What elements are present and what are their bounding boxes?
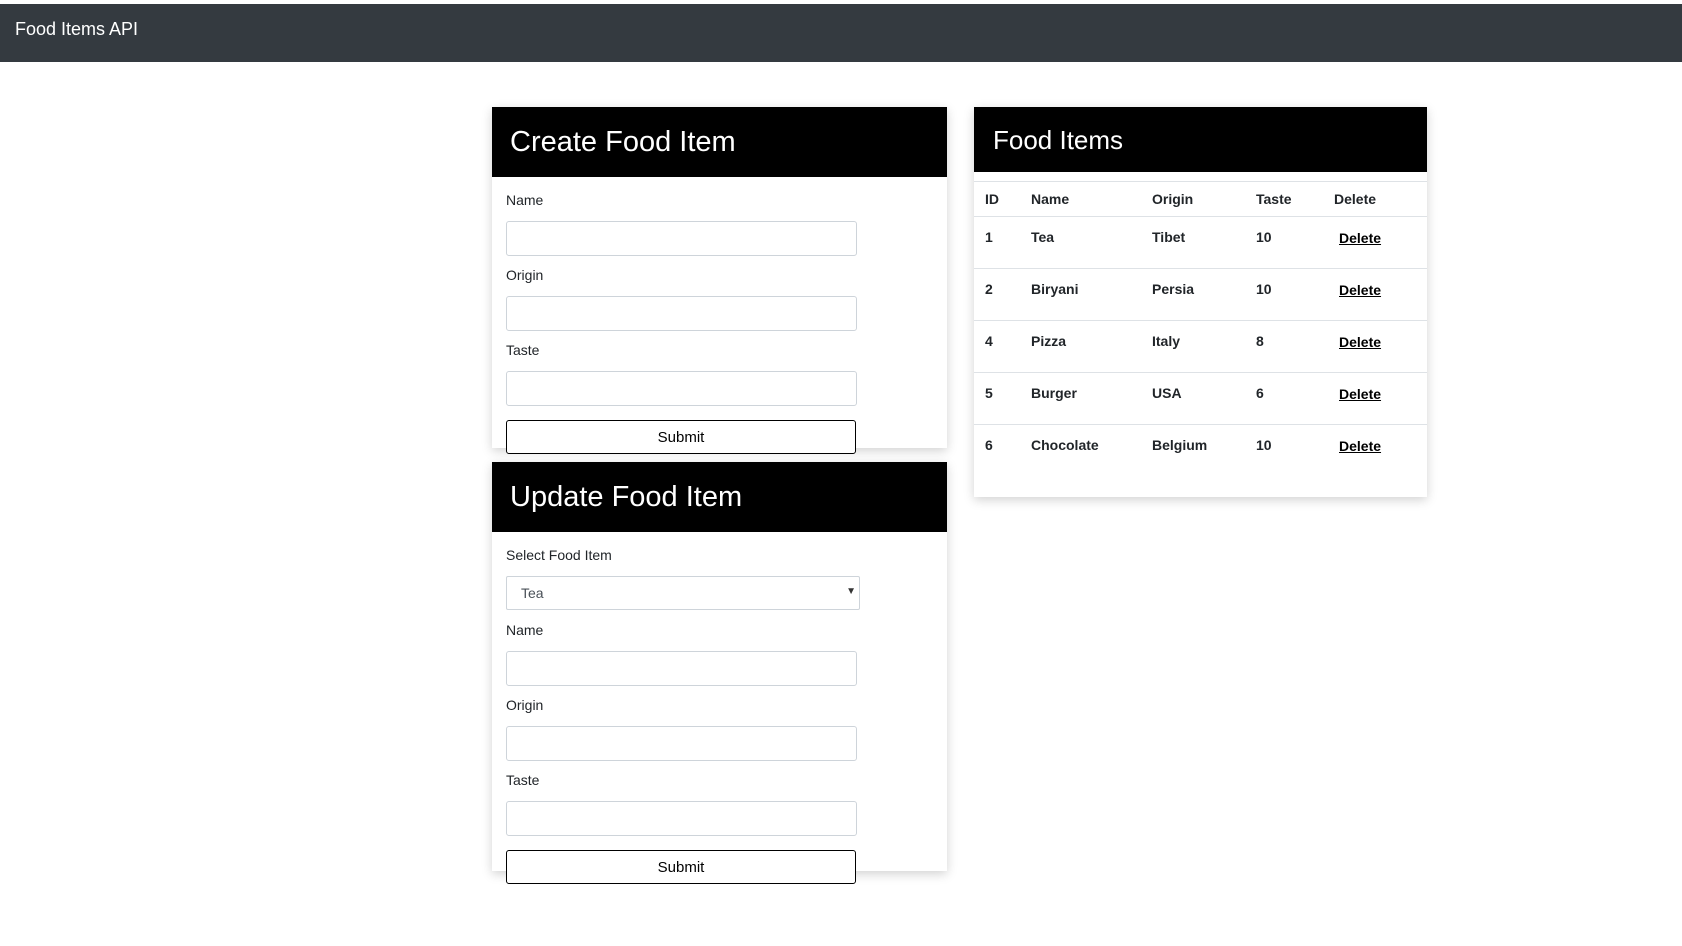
create-name-input[interactable] bbox=[506, 221, 857, 256]
row-origin: Persia bbox=[1152, 268, 1256, 321]
navbar-brand[interactable]: Food Items API bbox=[15, 19, 138, 40]
row-id: 2 bbox=[974, 268, 1031, 321]
chevron-down-icon: ▼ bbox=[846, 586, 856, 597]
create-taste-label: Taste bbox=[506, 342, 540, 358]
create-taste-input[interactable] bbox=[506, 371, 857, 406]
update-form: Select Food Item Tea ▼ Name Origin Taste… bbox=[492, 532, 947, 884]
row-delete-cell: Delete bbox=[1334, 268, 1427, 321]
row-id: 4 bbox=[974, 320, 1031, 373]
column-header-delete: Delete bbox=[1334, 181, 1427, 217]
navbar: Food Items API bbox=[0, 4, 1682, 62]
create-name-label: Name bbox=[506, 192, 544, 208]
food-items-title: Food Items bbox=[974, 107, 1427, 172]
row-delete-cell: Delete bbox=[1334, 216, 1427, 269]
create-form: Name Origin Taste Submit bbox=[492, 177, 947, 454]
delete-link[interactable]: Delete bbox=[1339, 334, 1381, 350]
food-items-table: ID Name Origin Taste Delete 1 Tea Tibet … bbox=[974, 181, 1427, 477]
table-row: 5 Burger USA 6 Delete bbox=[974, 372, 1427, 425]
update-taste-input[interactable] bbox=[506, 801, 857, 836]
row-taste: 10 bbox=[1256, 268, 1334, 321]
row-origin: Italy bbox=[1152, 320, 1256, 373]
row-name: Burger bbox=[1031, 372, 1152, 425]
create-origin-label: Origin bbox=[506, 267, 544, 283]
row-origin: Belgium bbox=[1152, 437, 1208, 453]
update-origin-input[interactable] bbox=[506, 726, 857, 761]
row-origin: Tibet bbox=[1152, 216, 1256, 269]
delete-link[interactable]: Delete bbox=[1339, 282, 1381, 298]
row-delete-cell: Delete bbox=[1334, 320, 1427, 373]
delete-link[interactable]: Delete bbox=[1339, 386, 1381, 402]
delete-link[interactable]: Delete bbox=[1339, 230, 1381, 246]
food-items-card: Food Items ID Name Origin Taste Delete 1… bbox=[974, 107, 1427, 497]
row-taste: 10 bbox=[1256, 216, 1334, 269]
row-origin: USA bbox=[1152, 372, 1256, 425]
row-taste: 8 bbox=[1256, 320, 1334, 373]
update-taste-label: Taste bbox=[506, 772, 540, 788]
update-submit-button[interactable]: Submit bbox=[506, 850, 856, 884]
column-header-taste: Taste bbox=[1256, 181, 1334, 217]
row-id: 1 bbox=[974, 216, 1031, 269]
update-origin-label: Origin bbox=[506, 697, 544, 713]
row-name: Pizza bbox=[1031, 320, 1152, 373]
row-name: Biryani bbox=[1031, 268, 1152, 321]
table-row: 1 Tea Tibet 10 Delete bbox=[974, 216, 1427, 269]
food-item-select-value[interactable]: Tea bbox=[506, 576, 860, 610]
column-header-id: ID bbox=[974, 181, 1031, 217]
update-food-item-card: Update Food Item Select Food Item Tea ▼ … bbox=[492, 462, 947, 884]
column-header-name: Name bbox=[1031, 181, 1152, 217]
row-delete-cell: Delete bbox=[1334, 425, 1427, 477]
update-name-input[interactable] bbox=[506, 651, 857, 686]
create-food-item-card: Create Food Item Name Origin Taste Submi… bbox=[492, 107, 947, 454]
table-header-row: ID Name Origin Taste Delete bbox=[974, 181, 1427, 217]
table-row: 4 Pizza Italy 8 Delete bbox=[974, 320, 1427, 373]
update-select-label: Select Food Item bbox=[506, 547, 612, 563]
row-taste: 10 bbox=[1256, 437, 1272, 453]
delete-link[interactable]: Delete bbox=[1339, 438, 1381, 454]
row-name: Chocolate bbox=[1031, 437, 1099, 453]
row-name: Tea bbox=[1031, 216, 1152, 269]
create-origin-input[interactable] bbox=[506, 296, 857, 331]
row-id: 5 bbox=[974, 372, 1031, 425]
column-header-origin: Origin bbox=[1152, 181, 1256, 217]
create-submit-button[interactable]: Submit bbox=[506, 420, 856, 454]
row-delete-cell: Delete bbox=[1334, 372, 1427, 425]
create-card-title: Create Food Item bbox=[492, 107, 947, 177]
row-taste: 6 bbox=[1256, 372, 1334, 425]
update-name-label: Name bbox=[506, 622, 544, 638]
row-id: 6 bbox=[985, 437, 993, 453]
update-card-title: Update Food Item bbox=[492, 462, 947, 532]
table-row: 2 Biryani Persia 10 Delete bbox=[974, 268, 1427, 321]
food-item-select[interactable]: Tea ▼ bbox=[506, 576, 860, 610]
table-row: 6 Chocolate Belgium 10 Delete bbox=[974, 425, 1427, 477]
